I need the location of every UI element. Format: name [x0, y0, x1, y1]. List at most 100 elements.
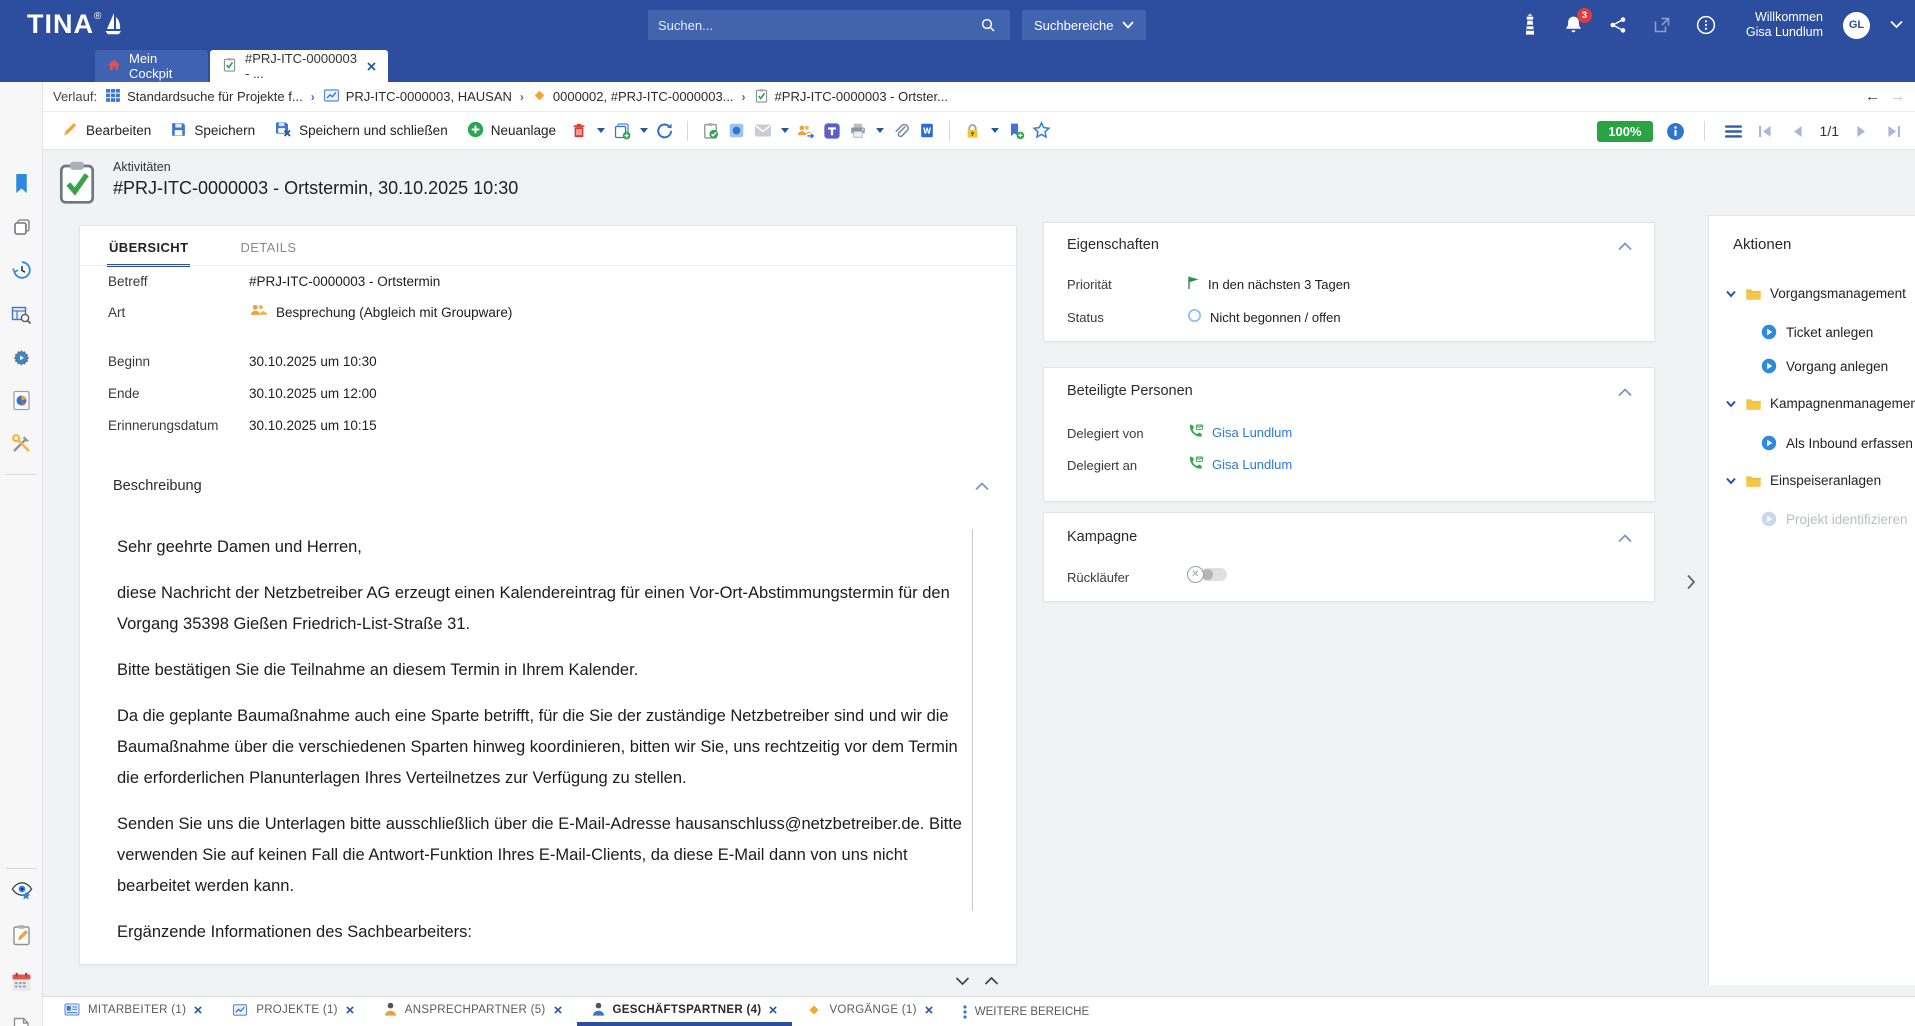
weitere-bereiche-button[interactable]: WEITERE BEREICHE [948, 997, 1104, 1026]
close-area-icon[interactable] [769, 1006, 777, 1014]
watch-favorites-icon[interactable] [10, 879, 33, 902]
save-close-button[interactable]: Speichern und schließen [268, 116, 454, 145]
word-document-icon[interactable] [917, 121, 936, 140]
first-page-icon[interactable] [1756, 122, 1775, 141]
close-tab-icon[interactable] [367, 62, 376, 71]
action-ticket-anlegen[interactable]: Ticket anlegen [1761, 324, 1873, 340]
settings-gear-icon[interactable] [10, 346, 33, 369]
menu-hamburger-icon[interactable] [1724, 122, 1743, 141]
breadcrumb-item-activity[interactable]: #PRJ-ITC-0000003 - Ortster... [754, 88, 948, 106]
close-area-icon[interactable] [194, 1006, 202, 1014]
tree-folder-einspeiseranlagen[interactable]: Einspeiseranlagen [1725, 473, 1881, 488]
action-als-inbound-erfassen[interactable]: Als Inbound erfassen [1761, 435, 1913, 451]
field-value-betreff[interactable]: #PRJ-ITC-0000003 - Ortstermin [249, 274, 440, 289]
tab-uebersicht[interactable]: ÜBERSICHT [107, 232, 190, 267]
breadcrumb-item-project[interactable]: PRJ-ITC-0000003, HAUSAN [323, 88, 512, 106]
search-icon[interactable] [976, 12, 1000, 38]
field-value-art[interactable]: Besprechung (Abgleich mit Groupware) [249, 303, 512, 321]
print-icon[interactable] [848, 121, 867, 140]
history-icon[interactable] [10, 258, 33, 281]
tab-mitarbeiter[interactable]: MITARBEITER (1) [49, 997, 217, 1026]
windows-copy-icon[interactable] [10, 215, 33, 238]
tab-vorgaenge[interactable]: VORGÄNGE (1) [792, 997, 947, 1026]
save-button[interactable]: Speichern [164, 117, 261, 145]
previous-page-icon[interactable] [1788, 122, 1807, 141]
collapse-people-icon[interactable] [1618, 384, 1632, 402]
status-value[interactable]: Nicht begonnen / offen [1187, 308, 1341, 326]
last-page-icon[interactable] [1884, 122, 1903, 141]
tree-folder-vorgangsmanagement[interactable]: Vorgangsmanagement [1725, 286, 1906, 301]
close-area-icon[interactable] [925, 1006, 933, 1014]
favorite-star-icon[interactable] [1032, 121, 1051, 140]
notifications-bell-icon[interactable]: 3 [1562, 12, 1586, 38]
tab-projekte[interactable]: PROJEKTE (1) [217, 997, 369, 1026]
priority-value-text: In den nächsten 3 Tagen [1208, 277, 1350, 292]
collapse-up-icon[interactable] [984, 973, 999, 991]
priority-value[interactable]: In den nächsten 3 Tagen [1187, 275, 1350, 293]
action-vorgang-anlegen[interactable]: Vorgang anlegen [1761, 358, 1888, 374]
calendar-icon[interactable] [10, 970, 33, 993]
history-forward-icon[interactable]: → [1890, 88, 1905, 105]
field-value-beginn[interactable]: 30.10.2025 um 10:30 [249, 354, 377, 369]
collapse-campaign-icon[interactable] [1618, 530, 1632, 548]
tree-folder-kampagnenmanagement[interactable]: Kampagnenmanagement [1725, 396, 1915, 411]
field-value-erinnerungsdatum[interactable]: 30.10.2025 um 10:15 [249, 418, 377, 433]
tab-activity-document[interactable]: #PRJ-ITC-0000003 - ... [210, 50, 388, 82]
field-value-ende[interactable]: 30.10.2025 um 12:00 [249, 386, 377, 401]
task-check-icon[interactable] [701, 121, 720, 140]
report-document-icon[interactable] [10, 389, 33, 412]
new-button[interactable]: Neuanlage [461, 117, 562, 145]
duplicate-icon[interactable] [612, 121, 631, 140]
panel-expander-icon[interactable] [1686, 574, 1696, 595]
more-options-icon[interactable] [1694, 12, 1718, 38]
search-input[interactable] [658, 18, 976, 33]
avatar[interactable]: GL [1843, 12, 1870, 39]
history-back-icon[interactable]: ← [1865, 88, 1880, 105]
groupware-meeting-icon[interactable] [796, 121, 815, 140]
attachment-paperclip-icon[interactable] [891, 121, 910, 140]
next-page-icon[interactable] [1852, 122, 1871, 141]
info-icon[interactable] [1666, 122, 1685, 141]
delete-trash-icon[interactable] [569, 121, 588, 140]
refresh-icon[interactable] [655, 121, 674, 140]
description-text[interactable]: Sehr geehrte Damen und Herren, diese Nac… [117, 532, 962, 963]
teams-icon[interactable] [822, 121, 841, 140]
tab-details[interactable]: DETAILS [238, 232, 298, 267]
delegated-from-link[interactable]: Gisa Lundlum [1212, 425, 1292, 440]
lighthouse-icon[interactable] [1518, 12, 1542, 38]
breadcrumb-label: Verlauf: [53, 89, 97, 104]
tab-ansprechpartner[interactable]: ANSPRECHPARTNER (5) [369, 997, 577, 1026]
collapse-down-icon[interactable] [955, 973, 970, 991]
breadcrumb-item-vorgang[interactable]: 0000002, #PRJ-ITC-0000003... [532, 88, 734, 106]
close-area-icon[interactable] [346, 1006, 354, 1014]
close-area-icon[interactable] [554, 1006, 562, 1014]
new-label: Neuanlage [491, 123, 556, 138]
lock-dropdown-caret[interactable] [991, 128, 999, 133]
share-icon[interactable] [1606, 12, 1630, 38]
open-external-icon[interactable] [1650, 12, 1674, 38]
email-envelope-icon[interactable] [753, 121, 772, 140]
collapse-description-icon[interactable] [975, 478, 989, 496]
lock-icon[interactable] [963, 121, 982, 140]
onenote-tile-icon[interactable] [727, 121, 746, 140]
search-table-icon[interactable] [10, 303, 33, 326]
description-scrollbar[interactable] [972, 529, 973, 911]
document-gear-icon[interactable] [10, 1016, 33, 1026]
tab-geschaeftspartner[interactable]: GESCHÄFTSPARTNER (4) [577, 997, 793, 1026]
collapse-properties-icon[interactable] [1618, 238, 1632, 256]
notes-clipboard-icon[interactable] [10, 923, 33, 946]
email-dropdown-caret[interactable] [781, 128, 789, 133]
duplicate-dropdown-caret[interactable] [640, 128, 648, 133]
print-dropdown-caret[interactable] [876, 128, 884, 133]
tab-mein-cockpit[interactable]: Mein Cockpit [95, 50, 208, 82]
user-menu-chevron-icon[interactable] [1890, 16, 1903, 34]
delete-dropdown-caret[interactable] [597, 128, 605, 133]
search-scope-button[interactable]: Suchbereiche [1022, 10, 1146, 40]
delegated-to-link[interactable]: Gisa Lundlum [1212, 457, 1292, 472]
ruecklaeufer-toggle[interactable]: ✕ [1187, 566, 1227, 583]
tools-icon[interactable] [10, 432, 33, 455]
breadcrumb-item-search[interactable]: Standardsuche für Projekte f... [105, 88, 303, 106]
bookmark-icon[interactable] [10, 172, 33, 195]
bookmark-add-icon[interactable] [1006, 121, 1025, 140]
edit-button[interactable]: Bearbeiten [55, 116, 157, 145]
